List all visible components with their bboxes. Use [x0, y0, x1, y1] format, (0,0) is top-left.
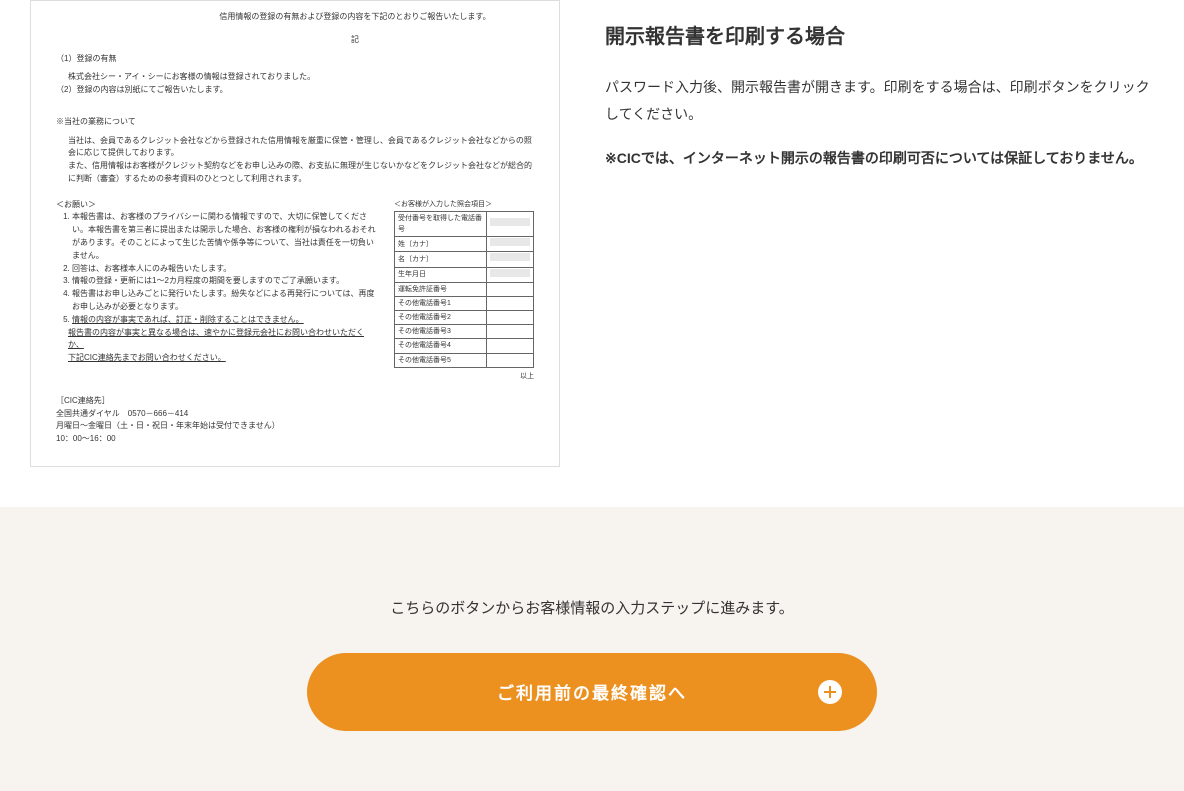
table-row-label: 名〔カナ〕 — [395, 252, 487, 267]
doc-ijou: 以上 — [394, 371, 534, 382]
blurred-value — [490, 238, 530, 246]
disclosure-report-preview: 信用情報の登録の有無および登録の内容を下記のとおりご報告いたします。 記 （1）… — [30, 0, 560, 467]
doc-notes-title: ＜お願い＞ — [56, 199, 379, 212]
table-row-label: 受付番号を取得した電話番号 — [395, 211, 487, 236]
doc-note-item: 情報の登録・更新には1～2カ月程度の期間を要しますのでご了承願います。 — [72, 275, 379, 288]
plus-icon — [818, 680, 842, 704]
table-row-label: その他電話番号5 — [395, 353, 487, 367]
doc-notes-footer1: 報告書の内容が事実と異なる場合は、速やかに登録元会社にお問い合わせいただくか、 — [56, 327, 379, 353]
doc-section3-body1: 当社は、会員であるクレジット会社などから登録された信用情報を厳重に保管・管理し、… — [56, 135, 534, 161]
doc-notes-footer2: 下記CIC連絡先までお問い合わせください。 — [56, 352, 379, 365]
table-row-label: 姓〔カナ〕 — [395, 237, 487, 252]
blurred-value — [490, 269, 530, 277]
doc-section1-body: 株式会社シー・アイ・シーにお客様の情報は登録されておりました。 — [56, 71, 534, 84]
cta-lead-text: こちらのボタンからお客様情報の入力ステップに進みます。 — [0, 597, 1184, 618]
cta-button-label: ご利用前の最終確認へ — [497, 679, 687, 704]
cta-section: こちらのボタンからお客様情報の入力ステップに進みます。 ご利用前の最終確認へ — [0, 507, 1184, 791]
table-row-label: その他電話番号3 — [395, 325, 487, 339]
table-row-label: 運転免許証番号 — [395, 282, 487, 296]
doc-note-item: 本報告書は、お客様のプライバシーに関わる情報ですので、大切に保管してください。本… — [72, 211, 379, 262]
table-row-label: その他電話番号4 — [395, 339, 487, 353]
doc-contact-hours2: 10：00～16：00 — [56, 433, 534, 446]
doc-contact-phone: 全国共通ダイヤル 0570－666－414 — [56, 408, 534, 421]
doc-note-item: 情報の内容が事実であれば、訂正・削除することはできません。 — [72, 314, 379, 327]
blurred-value — [490, 218, 530, 226]
table-row-label: その他電話番号1 — [395, 296, 487, 310]
doc-contact-hours1: 月曜日～金曜日（土・日・祝日・年末年始は受付できません） — [56, 420, 534, 433]
doc-ki: 記 — [56, 34, 534, 47]
doc-note-item: 報告書はお申し込みごとに発行いたします。紛失などによる再発行については、再度お申… — [72, 288, 379, 314]
doc-contact-title: ［CIC連絡先］ — [56, 395, 534, 408]
doc-header-text: 信用情報の登録の有無および登録の内容を下記のとおりご報告いたします。 — [56, 11, 534, 24]
doc-note-item: 回答は、お客様本人にのみ報告いたします。 — [72, 263, 379, 276]
instructions-heading: 開示報告書を印刷する場合 — [605, 20, 1154, 49]
table-row-label: 生年月日 — [395, 267, 487, 282]
instructions-body: パスワード入力後、開示報告書が開きます。印刷をする場合は、印刷ボタンをクリックし… — [605, 74, 1154, 127]
table-row-label: その他電話番号2 — [395, 311, 487, 325]
instructions-panel: 開示報告書を印刷する場合 パスワード入力後、開示報告書が開きます。印刷をする場合… — [605, 0, 1154, 467]
doc-input-table: 受付番号を取得した電話番号 姓〔カナ〕 名〔カナ〕 生年月日 運転免許証番号 そ… — [394, 211, 534, 368]
doc-section3-title: ※当社の業務について — [56, 116, 534, 129]
instructions-notice: ※CICでは、インターネット開示の報告書の印刷可否については保証しておりません。 — [605, 145, 1154, 172]
doc-section2-title: （2）登録の内容は別紙にてご報告いたします。 — [56, 84, 534, 97]
doc-section3-body2: また、信用情報はお客様がクレジット契約などをお申し込みの際、お支払に無理が生じな… — [56, 160, 534, 186]
blurred-value — [490, 253, 530, 261]
proceed-confirmation-button[interactable]: ご利用前の最終確認へ — [307, 653, 877, 731]
doc-table-header: ＜お客様が入力した照会項目＞ — [394, 199, 534, 210]
doc-section1-title: （1）登録の有無 — [56, 53, 534, 66]
